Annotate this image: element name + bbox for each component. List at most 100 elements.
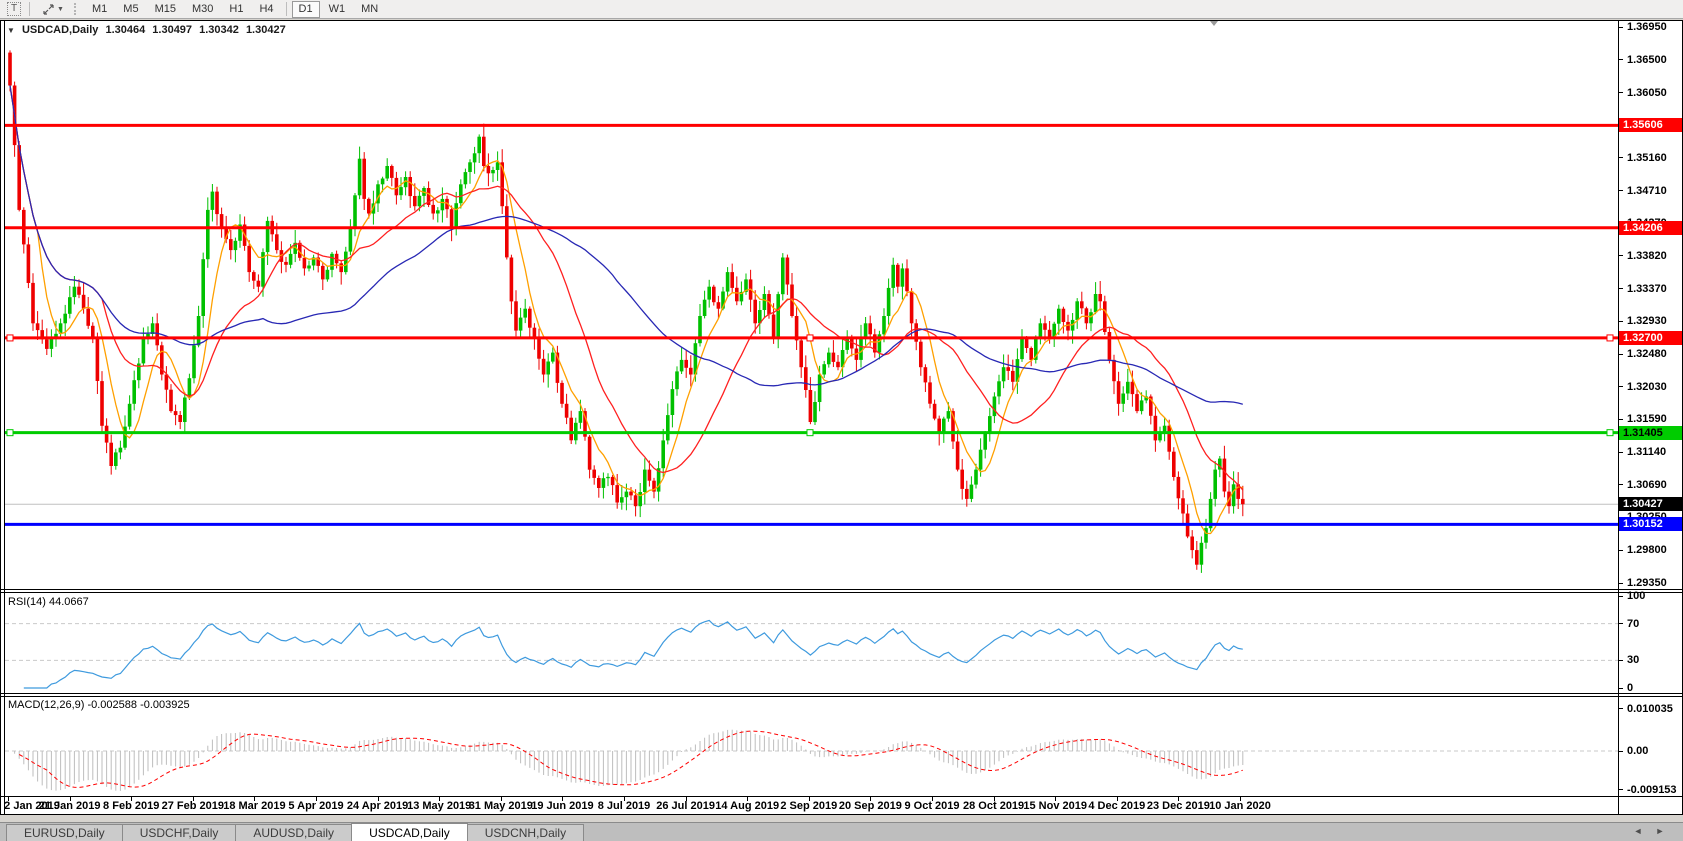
candle	[592, 469, 596, 478]
price-axis-tick: 1.33370	[1627, 282, 1667, 295]
candle	[1006, 367, 1010, 371]
candle	[753, 299, 757, 324]
price-axis-tick-mark	[1618, 157, 1623, 159]
candle	[183, 397, 187, 422]
candle	[169, 389, 173, 412]
candle	[689, 367, 693, 375]
candle	[252, 272, 256, 281]
chart-high-value: 1.30497	[152, 24, 193, 36]
tab-scroll-right-icon[interactable]: ►	[1652, 826, 1668, 836]
candle	[399, 187, 403, 196]
line-handle[interactable]	[806, 334, 814, 342]
candle	[325, 269, 330, 280]
candle	[896, 264, 900, 287]
candle	[997, 381, 1001, 397]
candle	[923, 367, 928, 383]
price-axis-tick-mark	[1618, 353, 1623, 355]
candle	[229, 239, 233, 251]
candle	[675, 371, 679, 390]
candle	[932, 403, 937, 419]
line-handle[interactable]	[6, 429, 14, 437]
candle	[344, 251, 348, 273]
candle	[77, 286, 81, 295]
symbol-tab-usdchf[interactable]: USDCHF,Daily	[121, 824, 237, 841]
candle	[730, 272, 734, 288]
candle	[321, 265, 325, 280]
candle	[988, 416, 992, 433]
candle	[831, 352, 836, 362]
price-axis-tick-mark	[1618, 320, 1623, 322]
candle	[564, 403, 569, 418]
time-axis-label: 24 Apr 2019	[346, 800, 409, 812]
candle	[247, 245, 251, 273]
macd-axis-tick: -0.009153	[1627, 783, 1677, 796]
candle	[454, 203, 458, 229]
candle	[385, 166, 389, 179]
line-price-label[interactable]: 1.30152	[1619, 517, 1682, 532]
candle	[551, 352, 555, 362]
candle	[1093, 294, 1098, 313]
horizontal-line-1.32700[interactable]	[5, 334, 1618, 342]
candle	[638, 492, 642, 507]
candle	[348, 228, 353, 252]
symbol-tab-audusd[interactable]: AUDUSD,Daily	[235, 824, 353, 841]
chart-canvas[interactable]	[0, 0, 1683, 841]
symbol-tab-usdcad[interactable]: USDCAD,Daily	[351, 823, 468, 841]
candle	[868, 323, 872, 335]
candle	[518, 317, 523, 331]
rsi-axis-tick-mark	[1618, 687, 1623, 689]
price-axis-tick: 1.32930	[1627, 315, 1667, 328]
candle	[735, 287, 739, 302]
candle	[955, 441, 960, 470]
candle	[288, 253, 293, 265]
line-price-label[interactable]: 1.35606	[1619, 118, 1682, 133]
candle	[100, 381, 104, 426]
candle	[1112, 359, 1116, 382]
candle	[31, 282, 35, 324]
candle	[661, 440, 665, 469]
candle	[408, 177, 412, 197]
line-price-label[interactable]: 1.32700	[1619, 330, 1682, 345]
chart-collapse-icon[interactable]: ▼	[7, 26, 15, 35]
candle	[836, 361, 840, 368]
horizontal-line-1.31405[interactable]	[5, 429, 1618, 437]
line-price-label[interactable]: 1.31405	[1619, 425, 1682, 440]
candle	[1057, 308, 1061, 324]
line-handle[interactable]	[1606, 334, 1614, 342]
candle	[436, 210, 440, 214]
line-price-label[interactable]: 1.34206	[1619, 220, 1682, 235]
candle	[633, 495, 638, 507]
candle	[477, 136, 481, 154]
candle	[620, 497, 624, 503]
line-handle[interactable]	[1606, 429, 1614, 437]
candle	[905, 268, 909, 292]
candle	[804, 367, 808, 390]
time-axis-label: 21 Jan 2019	[38, 800, 101, 812]
time-axis-label: 4 Dec 2019	[1088, 800, 1146, 812]
candle	[417, 195, 422, 207]
tab-scroll-left-icon[interactable]: ◄	[1630, 826, 1646, 836]
price-axis-tick: 1.35160	[1627, 151, 1667, 164]
line-handle[interactable]	[806, 429, 814, 437]
symbol-tab-usdcnh[interactable]: USDCNH,Daily	[466, 824, 585, 841]
chart-shift-marker-icon[interactable]	[1210, 21, 1218, 26]
candle	[95, 337, 100, 381]
rsi-axis-tick-mark	[1618, 659, 1623, 661]
candle	[707, 286, 711, 300]
rsi-indicator-label: RSI(14) 44.0667	[8, 596, 89, 608]
candle	[537, 337, 541, 359]
price-axis-tick: 1.31140	[1627, 446, 1667, 459]
symbol-tab-eurusd[interactable]: EURUSD,Daily	[6, 824, 123, 841]
candle	[1011, 370, 1015, 382]
price-axis-tick: 1.29350	[1627, 577, 1667, 590]
rsi-axis-tick-mark	[1618, 595, 1623, 597]
line-handle[interactable]	[6, 334, 14, 342]
candle	[1001, 367, 1006, 382]
candle	[1153, 415, 1158, 441]
candle	[196, 316, 201, 346]
candle	[127, 403, 132, 427]
price-axis-tick: 1.32030	[1627, 380, 1667, 393]
candle	[666, 415, 670, 441]
price-axis-tick: 1.36950	[1627, 21, 1667, 33]
candle	[771, 314, 776, 338]
